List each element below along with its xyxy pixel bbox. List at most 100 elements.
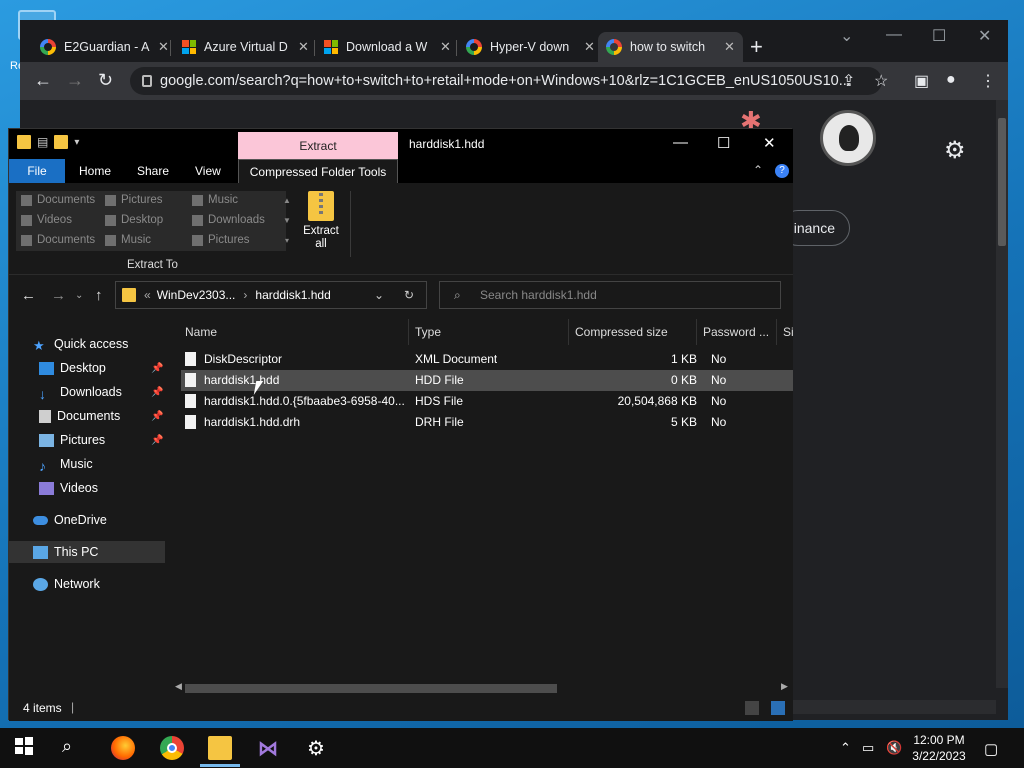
bookmark-star-icon[interactable]: ☆ [874, 71, 888, 91]
maximize-icon[interactable]: ☐ [932, 26, 946, 46]
close-icon[interactable]: ✕ [978, 26, 991, 46]
search-icon[interactable]: ⌕ [62, 736, 86, 760]
back-icon[interactable]: ← [21, 287, 36, 304]
back-icon[interactable]: ← [34, 70, 52, 91]
browser-tab[interactable]: E2Guardian - A ✕ [32, 32, 177, 62]
qat-dropdown-icon[interactable]: ▾ [74, 137, 79, 148]
collapse-ribbon-icon[interactable]: ⌃ [753, 163, 763, 177]
properties-icon[interactable]: ▤ [37, 135, 48, 149]
breadcrumb-overflow[interactable]: « [144, 288, 151, 302]
settings-gear-icon[interactable]: ⚙ [944, 136, 966, 165]
notifications-icon[interactable]: ▢ [984, 740, 998, 758]
breadcrumb-item[interactable]: WinDev2303... [157, 288, 236, 302]
forward-icon[interactable]: → [51, 287, 66, 304]
pin-icon[interactable]: 📌 [151, 435, 163, 446]
close-icon[interactable]: ✕ [763, 134, 776, 152]
browser-tab[interactable]: Hyper-V down ✕ [458, 32, 603, 62]
reload-icon[interactable]: ↻ [98, 70, 113, 91]
firefox-icon[interactable] [111, 736, 135, 760]
column-header-size[interactable]: Si [777, 319, 793, 345]
gallery-item[interactable]: Music [192, 194, 238, 206]
pin-icon[interactable]: 📌 [151, 387, 163, 398]
page-horizontal-scrollbar[interactable] [790, 700, 996, 714]
extract-context-tab[interactable]: Extract [238, 132, 398, 159]
gallery-item[interactable]: Downloads [192, 214, 265, 226]
horizontal-scrollbar[interactable]: ◀ ▶ [173, 681, 793, 695]
pin-icon[interactable]: 📌 [151, 363, 163, 374]
address-bar[interactable]: google.com/search?q=how+to+switch+to+ret… [130, 67, 882, 95]
address-box[interactable]: « WinDev2303... › harddisk1.hdd ⌄ ↻ [115, 281, 427, 309]
up-icon[interactable]: ↑ [95, 287, 103, 304]
gallery-scroll[interactable]: ▲ ▼ ▾ [282, 191, 292, 251]
new-tab-icon[interactable]: + [750, 34, 763, 60]
side-panel-icon[interactable]: ▣ [914, 71, 929, 91]
tab-home[interactable]: Home [69, 159, 121, 183]
gallery-item[interactable]: Documents [21, 234, 95, 246]
nav-videos[interactable]: Videos [39, 477, 171, 499]
show-hidden-icons-icon[interactable]: ⌃ [840, 740, 851, 756]
share-icon[interactable]: ⇪ [842, 71, 855, 91]
new-folder-icon[interactable] [54, 135, 69, 149]
column-header-compressed-size[interactable]: Compressed size [569, 319, 697, 345]
nav-this-pc[interactable]: This PC [9, 541, 165, 563]
nav-quick-access[interactable]: ★ Quick access [33, 333, 165, 355]
close-tab-icon[interactable]: ✕ [298, 39, 309, 55]
search-icon: ⌕ [454, 288, 461, 302]
tab-view[interactable]: View [185, 159, 231, 183]
menu-icon[interactable]: ⋮ [980, 71, 996, 91]
settings-icon[interactable]: ⚙ [307, 736, 331, 760]
gallery-item[interactable]: Videos [21, 214, 72, 226]
file-password: No [711, 415, 727, 429]
minimize-icon[interactable]: — [673, 134, 688, 151]
details-view-icon[interactable] [745, 701, 759, 715]
tab-share[interactable]: Share [127, 159, 179, 183]
tab-file[interactable]: File [9, 159, 65, 183]
search-input[interactable]: ⌕ Search harddisk1.hdd [439, 281, 781, 309]
nav-network[interactable]: Network [33, 573, 165, 595]
nav-music[interactable]: ♪ Music [39, 453, 171, 475]
nav-onedrive[interactable]: OneDrive [33, 509, 165, 531]
large-icons-view-icon[interactable] [771, 701, 785, 715]
network-tray-icon[interactable]: ▭ [862, 740, 874, 756]
minimize-icon[interactable]: — [886, 26, 902, 44]
recent-locations-icon[interactable]: ⌄ [75, 290, 83, 301]
close-tab-icon[interactable]: ✕ [584, 39, 595, 55]
file-row[interactable]: DiskDescriptor XML Document 1 KB No [181, 349, 793, 370]
address-dropdown-icon[interactable]: ⌄ [374, 288, 384, 302]
column-header-type[interactable]: Type [409, 319, 569, 345]
gallery-item[interactable]: Pictures [192, 234, 250, 246]
gallery-item[interactable]: Music [105, 234, 151, 246]
tab-search-icon[interactable]: ⌄ [840, 26, 853, 46]
forward-icon[interactable]: → [66, 70, 84, 91]
close-tab-icon[interactable]: ✕ [440, 39, 451, 55]
file-list: ⌃ Name Type Compressed size Password ...… [165, 315, 793, 695]
gallery-item[interactable]: Pictures [105, 194, 163, 206]
maximize-icon[interactable]: ☐ [717, 134, 730, 152]
file-row-selected[interactable]: harddisk1.hdd HDD File 0 KB No [181, 370, 793, 391]
extract-all-button[interactable]: Extract all [299, 191, 343, 251]
account-avatar[interactable] [820, 110, 876, 166]
close-tab-icon[interactable]: ✕ [724, 39, 735, 55]
column-header-password[interactable]: Password ... [697, 319, 777, 345]
file-row[interactable]: harddisk1.hdd.drh DRH File 5 KB No [181, 412, 793, 433]
clock[interactable]: 12:00 PM 3/22/2023 [898, 732, 980, 764]
pin-icon[interactable]: 📌 [151, 411, 163, 422]
browser-tab-active[interactable]: how to switch ✕ [598, 32, 743, 62]
gallery-item[interactable]: Documents [21, 194, 95, 206]
column-header-name[interactable]: Name [179, 319, 409, 345]
chrome-icon[interactable] [160, 736, 184, 760]
visual-studio-icon[interactable]: ⋈ [258, 736, 282, 760]
start-windows-icon[interactable] [14, 736, 38, 760]
tab-compressed-folder-tools[interactable]: Compressed Folder Tools [238, 159, 398, 183]
close-tab-icon[interactable]: ✕ [158, 39, 169, 55]
file-explorer-icon[interactable] [200, 736, 240, 767]
browser-tab[interactable]: Download a W ✕ [316, 32, 459, 62]
help-icon[interactable]: ? [775, 164, 789, 178]
gallery-item[interactable]: Desktop [105, 214, 163, 226]
file-row[interactable]: harddisk1.hdd.0.{5fbaabe3-6958-40... HDS… [181, 391, 793, 412]
refresh-icon[interactable]: ↻ [404, 288, 414, 302]
page-scrollbar[interactable] [996, 100, 1008, 688]
browser-tab[interactable]: Azure Virtual D ✕ [174, 32, 317, 62]
profile-icon[interactable]: ● [946, 71, 956, 89]
breadcrumb-item[interactable]: harddisk1.hdd [255, 288, 330, 302]
